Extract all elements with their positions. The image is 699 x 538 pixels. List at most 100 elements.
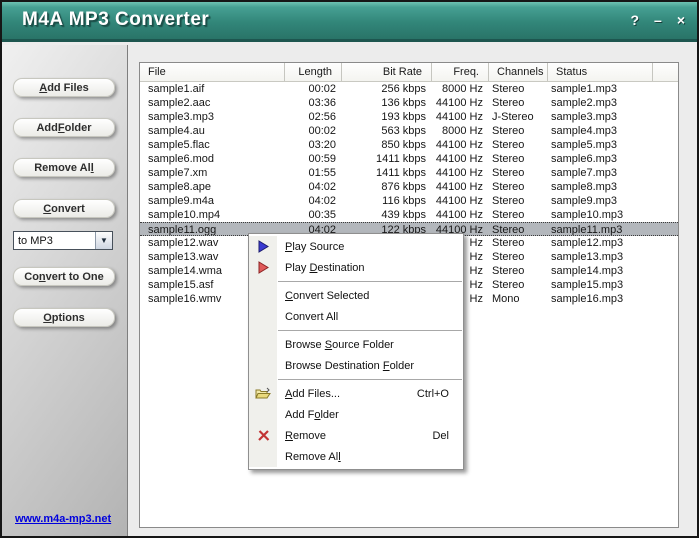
cell-channels: Mono [489, 292, 548, 306]
add-files-button[interactable]: Add Files [13, 78, 115, 97]
cell-file: sample10.mp4 [140, 208, 285, 222]
menu-item-label: Convert All [277, 311, 338, 323]
column-header-freq[interactable]: Freq. [432, 63, 489, 81]
cell-freq: 44100 Hz [432, 96, 489, 110]
website-link[interactable]: www.m4a-mp3.net [15, 513, 111, 525]
cell-file: sample8.ape [140, 180, 285, 194]
play-source-icon [249, 236, 277, 257]
play-destination-icon [249, 257, 277, 278]
menu-item-label: Play Destination [277, 262, 365, 274]
menu-item-label: Remove All [277, 451, 341, 463]
cell-bit-rate: 876 kbps [342, 180, 432, 194]
cell-status: sample14.mp3 [548, 264, 653, 278]
table-row[interactable]: sample2.aac03:36136 kbps44100 HzStereosa… [140, 96, 678, 110]
cell-status: sample12.mp3 [548, 236, 653, 250]
menu-item-play-destination[interactable]: Play Destination [249, 257, 463, 278]
window-title: M4A MP3 Converter [22, 9, 209, 31]
cell-status: sample7.mp3 [548, 166, 653, 180]
menu-gutter [249, 446, 277, 467]
cell-channels: Stereo [489, 250, 548, 264]
cell-freq: 8000 Hz [432, 82, 489, 96]
cell-status: sample10.mp3 [548, 208, 653, 222]
cell-status: sample6.mp3 [548, 152, 653, 166]
cell-channels: Stereo [489, 138, 548, 152]
cell-channels: Stereo [489, 152, 548, 166]
file-list-header: FileLengthBit RateFreq.ChannelsStatus [140, 63, 678, 82]
menu-separator [249, 278, 463, 285]
table-row[interactable]: sample8.ape04:02876 kbps44100 HzStereosa… [140, 180, 678, 194]
column-header-filler [653, 63, 678, 81]
cell-length: 00:59 [285, 152, 342, 166]
cell-length: 04:02 [285, 180, 342, 194]
menu-item-play-source[interactable]: Play Source [249, 236, 463, 257]
output-format-select[interactable]: to MP3 ▼ [13, 231, 113, 250]
add-folder-button[interactable]: Add Folder [13, 118, 115, 137]
minimize-button[interactable]: – [654, 11, 662, 29]
table-row[interactable]: sample1.aif00:02256 kbps8000 HzStereosam… [140, 82, 678, 96]
table-row[interactable]: sample10.mp400:35439 kbps44100 HzStereos… [140, 208, 678, 222]
column-header-status[interactable]: Status [548, 63, 653, 81]
menu-gutter [249, 404, 277, 425]
options-button[interactable]: Options [13, 308, 115, 327]
table-row[interactable]: sample5.flac03:20850 kbps44100 HzStereos… [140, 138, 678, 152]
cell-channels: Stereo [489, 208, 548, 222]
help-button[interactable]: ? [630, 11, 639, 29]
chevron-down-icon[interactable]: ▼ [95, 232, 112, 249]
cell-file: sample4.au [140, 124, 285, 138]
cell-status: sample1.mp3 [548, 82, 653, 96]
column-header-channels[interactable]: Channels [489, 63, 548, 81]
cell-length: 00:02 [285, 124, 342, 138]
cell-status: sample2.mp3 [548, 96, 653, 110]
cell-file: sample5.flac [140, 138, 285, 152]
cell-freq: 8000 Hz [432, 124, 489, 138]
cell-status: sample5.mp3 [548, 138, 653, 152]
table-row[interactable]: sample3.mp302:56193 kbps44100 HzJ-Stereo… [140, 110, 678, 124]
menu-item-add-folder[interactable]: Add Folder [249, 404, 463, 425]
cell-bit-rate: 116 kbps [342, 194, 432, 208]
menu-item-convert-selected[interactable]: Convert Selected [249, 285, 463, 306]
menu-gutter [249, 334, 277, 355]
cell-file: sample6.mod [140, 152, 285, 166]
column-header-length[interactable]: Length [285, 63, 342, 81]
menu-item-browse-source-folder[interactable]: Browse Source Folder [249, 334, 463, 355]
cell-length: 02:56 [285, 110, 342, 124]
menu-item-remove[interactable]: RemoveDel [249, 425, 463, 446]
cell-length: 00:35 [285, 208, 342, 222]
cell-channels: Stereo [489, 236, 548, 250]
cell-channels: Stereo [489, 82, 548, 96]
column-header-bit-rate[interactable]: Bit Rate [342, 63, 432, 81]
cell-status: sample9.mp3 [548, 194, 653, 208]
table-row[interactable]: sample7.xm01:551411 kbps44100 HzStereosa… [140, 166, 678, 180]
menu-gutter [249, 355, 277, 376]
table-row[interactable]: sample9.m4a04:02116 kbps44100 HzStereosa… [140, 194, 678, 208]
cell-file: sample7.xm [140, 166, 285, 180]
cell-freq: 44100 Hz [432, 180, 489, 194]
cell-bit-rate: 1411 kbps [342, 166, 432, 180]
cell-channels: Stereo [489, 166, 548, 180]
close-button[interactable]: × [677, 11, 685, 29]
menu-item-convert-all[interactable]: Convert All [249, 306, 463, 327]
menu-separator [249, 327, 463, 334]
column-header-file[interactable]: File [140, 63, 285, 81]
cell-status: sample3.mp3 [548, 110, 653, 124]
table-row[interactable]: sample4.au00:02563 kbps8000 HzStereosamp… [140, 124, 678, 138]
remove-all-button[interactable]: Remove All [13, 158, 115, 177]
cell-freq: 44100 Hz [432, 166, 489, 180]
convert-to-one-button[interactable]: Convert to One [13, 267, 115, 286]
menu-item-label: Browse Destination Folder [277, 360, 414, 372]
remove-icon [249, 425, 277, 446]
cell-status: sample16.mp3 [548, 292, 653, 306]
cell-channels: Stereo [489, 223, 548, 235]
table-row[interactable]: sample6.mod00:591411 kbps44100 HzStereos… [140, 152, 678, 166]
cell-file: sample3.mp3 [140, 110, 285, 124]
menu-item-browse-destination-folder[interactable]: Browse Destination Folder [249, 355, 463, 376]
menu-item-label: Play Source [277, 241, 344, 253]
cell-status: sample15.mp3 [548, 278, 653, 292]
cell-channels: Stereo [489, 124, 548, 138]
window-controls: ? – × [630, 11, 685, 29]
menu-item-add-files[interactable]: Add Files...Ctrl+O [249, 383, 463, 404]
cell-status: sample8.mp3 [548, 180, 653, 194]
menu-item-remove-all[interactable]: Remove All [249, 446, 463, 467]
convert-button[interactable]: Convert [13, 199, 115, 218]
cell-bit-rate: 193 kbps [342, 110, 432, 124]
